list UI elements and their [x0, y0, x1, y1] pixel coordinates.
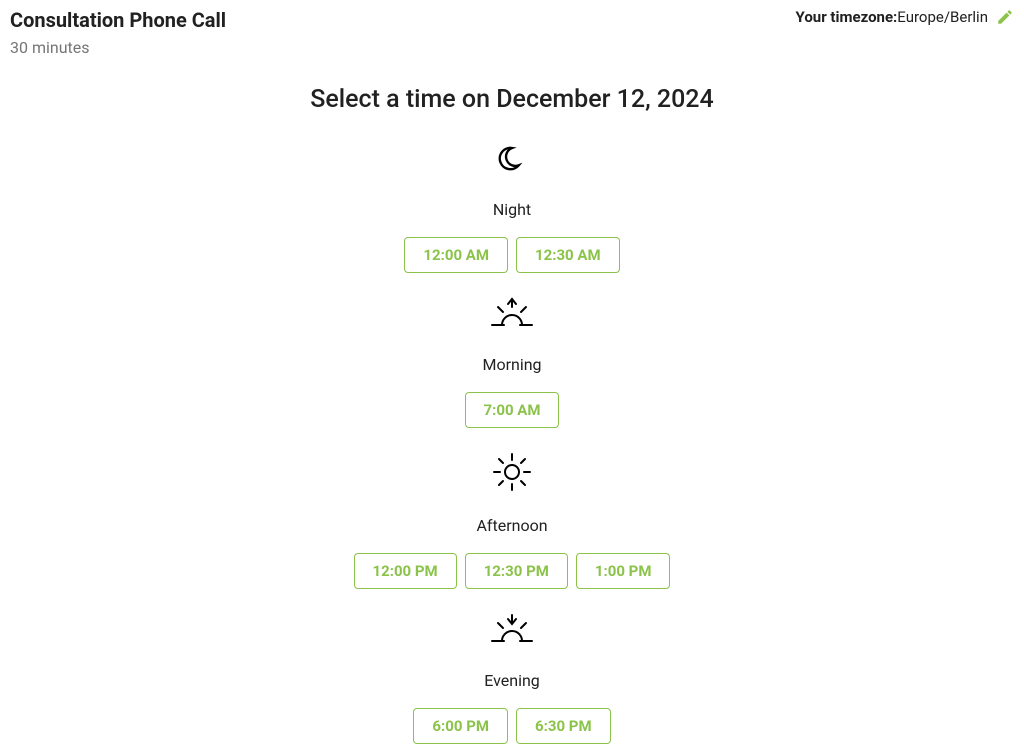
period-afternoon: Afternoon 12:00 PM 12:30 PM 1:00 PM	[10, 452, 1014, 589]
slots-afternoon: 12:00 PM 12:30 PM 1:00 PM	[10, 553, 1014, 589]
slot-night-1[interactable]: 12:30 AM	[516, 237, 620, 273]
period-label-afternoon: Afternoon	[10, 516, 1014, 535]
edit-timezone-button[interactable]	[996, 8, 1014, 26]
pencil-icon	[996, 8, 1014, 26]
timezone-value: Europe/Berlin	[897, 8, 988, 26]
sunrise-icon	[488, 297, 536, 331]
timezone-label: Your timezone:	[796, 8, 898, 26]
slots-night: 12:00 AM 12:30 AM	[10, 237, 1014, 273]
period-label-evening: Evening	[10, 671, 1014, 690]
slot-night-0[interactable]: 12:00 AM	[404, 237, 508, 273]
slot-evening-1[interactable]: 6:30 PM	[516, 708, 611, 744]
slot-morning-0[interactable]: 7:00 AM	[465, 392, 560, 428]
period-label-night: Night	[10, 200, 1014, 219]
slot-afternoon-0[interactable]: 12:00 PM	[354, 553, 457, 589]
slot-afternoon-2[interactable]: 1:00 PM	[576, 553, 671, 589]
timezone-section: Your timezone:Europe/Berlin	[796, 8, 1014, 26]
page-title: Consultation Phone Call	[10, 8, 226, 32]
period-evening: Evening 6:00 PM 6:30 PM	[10, 613, 1014, 744]
slot-afternoon-1[interactable]: 12:30 PM	[465, 553, 568, 589]
select-time-title: Select a time on December 12, 2024	[10, 85, 1014, 114]
content: Select a time on December 12, 2024 Night…	[10, 85, 1014, 744]
period-morning: Morning 7:00 AM	[10, 297, 1014, 428]
period-label-morning: Morning	[10, 355, 1014, 374]
sunset-icon	[488, 613, 536, 647]
slot-evening-0[interactable]: 6:00 PM	[413, 708, 508, 744]
slots-evening: 6:00 PM 6:30 PM	[10, 708, 1014, 744]
sun-icon	[492, 452, 532, 492]
header-left: Consultation Phone Call 30 minutes	[10, 8, 226, 57]
moon-icon	[496, 144, 528, 176]
period-night: Night 12:00 AM 12:30 AM	[10, 144, 1014, 273]
duration-label: 30 minutes	[10, 38, 226, 57]
header: Consultation Phone Call 30 minutes Your …	[10, 8, 1014, 57]
slots-morning: 7:00 AM	[10, 392, 1014, 428]
